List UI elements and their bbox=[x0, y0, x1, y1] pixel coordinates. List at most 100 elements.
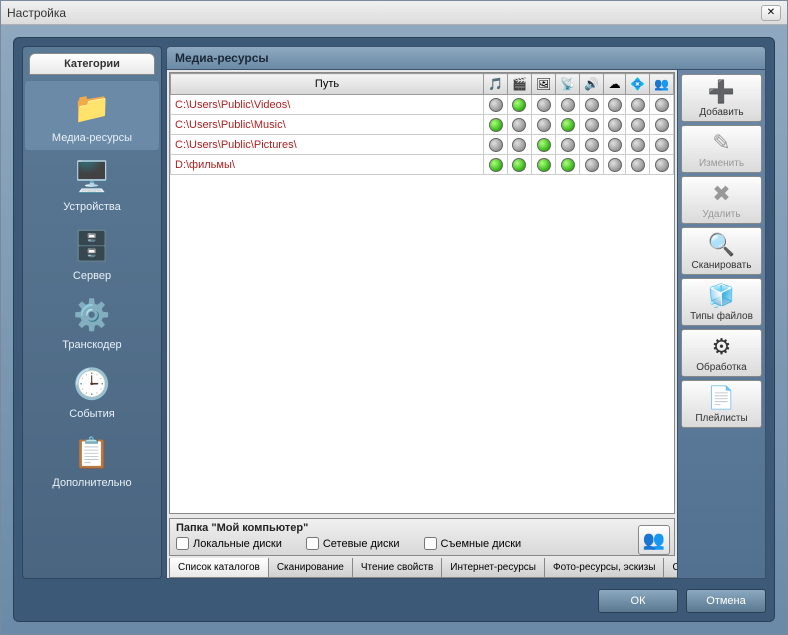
cell-flag[interactable] bbox=[484, 155, 508, 175]
cell-flag[interactable] bbox=[556, 135, 580, 155]
category-label: Сервер bbox=[27, 270, 157, 282]
content-title: Медиа-ресурсы bbox=[166, 46, 766, 70]
chk-removable-input[interactable] bbox=[424, 537, 437, 550]
close-icon[interactable]: ✕ bbox=[761, 5, 781, 21]
table-row[interactable]: C:\Users\Public\Videos\ bbox=[171, 95, 674, 115]
cell-path: C:\Users\Public\Videos\ bbox=[171, 95, 484, 115]
folder-row: Локальные диски Сетевые диски Съемные ди… bbox=[176, 537, 668, 550]
cell-flag[interactable] bbox=[650, 135, 674, 155]
tab-2[interactable]: Чтение свойств bbox=[353, 558, 442, 578]
status-dot bbox=[561, 138, 575, 152]
cell-flag[interactable] bbox=[604, 135, 626, 155]
action-icon: ✎ bbox=[706, 130, 738, 156]
sidebar-item-5[interactable]: 📋Дополнительно bbox=[25, 426, 159, 495]
action-1: ✎Изменить bbox=[681, 125, 762, 173]
cell-flag[interactable] bbox=[580, 95, 604, 115]
action-6[interactable]: 📄Плейлисты bbox=[681, 380, 762, 428]
action-3[interactable]: 🔍Сканировать bbox=[681, 227, 762, 275]
cell-flag[interactable] bbox=[508, 95, 532, 115]
col-flag-1[interactable]: 🎬 bbox=[508, 74, 532, 95]
tab-0[interactable]: Список каталогов bbox=[169, 558, 269, 578]
cell-flag[interactable] bbox=[531, 135, 555, 155]
table-row[interactable]: D:\фильмы\ bbox=[171, 155, 674, 175]
action-5[interactable]: ⚙Обработка bbox=[681, 329, 762, 377]
cell-flag[interactable] bbox=[626, 115, 650, 135]
chk-local[interactable]: Локальные диски bbox=[176, 537, 282, 550]
cell-flag[interactable] bbox=[650, 115, 674, 135]
action-icon: 🔍 bbox=[706, 232, 738, 258]
cell-flag[interactable] bbox=[580, 115, 604, 135]
status-dot bbox=[489, 118, 503, 132]
folder-users-button[interactable]: 👥 bbox=[638, 525, 670, 555]
settings-window: Настройка ✕ Категории 📁Медиа-ресурсы🖥️Ус… bbox=[0, 0, 788, 635]
status-dot bbox=[512, 118, 526, 132]
chk-network-label: Сетевые диски bbox=[323, 538, 400, 550]
col-flag-6[interactable]: 💠 bbox=[626, 74, 650, 95]
cell-flag[interactable] bbox=[531, 115, 555, 135]
status-dot bbox=[655, 158, 669, 172]
status-dot bbox=[585, 118, 599, 132]
content: Медиа-ресурсы Путь🎵🎬🖼📡🔊☁💠👥C:\Users\Publi… bbox=[166, 46, 766, 579]
cell-flag[interactable] bbox=[484, 115, 508, 135]
table-row[interactable]: C:\Users\Public\Music\ bbox=[171, 115, 674, 135]
cell-flag[interactable] bbox=[580, 135, 604, 155]
cell-flag[interactable] bbox=[508, 135, 532, 155]
col-flag-0[interactable]: 🎵 bbox=[484, 74, 508, 95]
table-row[interactable]: C:\Users\Public\Pictures\ bbox=[171, 135, 674, 155]
cell-flag[interactable] bbox=[626, 155, 650, 175]
col-flag-3[interactable]: 📡 bbox=[556, 74, 580, 95]
cell-flag[interactable] bbox=[484, 95, 508, 115]
category-icon: 🖥️ bbox=[71, 156, 113, 198]
cell-flag[interactable] bbox=[508, 155, 532, 175]
resource-table[interactable]: Путь🎵🎬🖼📡🔊☁💠👥C:\Users\Public\Videos\C:\Us… bbox=[170, 73, 674, 175]
cell-flag[interactable] bbox=[626, 135, 650, 155]
col-flag-2[interactable]: 🖼 bbox=[531, 74, 555, 95]
col-flag-5[interactable]: ☁ bbox=[604, 74, 626, 95]
cell-flag[interactable] bbox=[556, 155, 580, 175]
chk-network-input[interactable] bbox=[306, 537, 319, 550]
folder-panel: Папка "Мой компьютер" Локальные диски Се… bbox=[169, 518, 675, 556]
tab-4[interactable]: Фото-ресурсы, эскизы bbox=[545, 558, 664, 578]
cell-flag[interactable] bbox=[508, 115, 532, 135]
sidebar-item-4[interactable]: 🕒События bbox=[25, 357, 159, 426]
ok-button[interactable]: ОК bbox=[598, 589, 678, 613]
tab-3[interactable]: Интернет-ресурсы bbox=[442, 558, 545, 578]
cell-flag[interactable] bbox=[484, 135, 508, 155]
col-path[interactable]: Путь bbox=[171, 74, 484, 95]
col-flag-7[interactable]: 👥 bbox=[650, 74, 674, 95]
col-flag-4[interactable]: 🔊 bbox=[580, 74, 604, 95]
cell-flag[interactable] bbox=[556, 95, 580, 115]
action-2: ✖Удалить bbox=[681, 176, 762, 224]
cell-flag[interactable] bbox=[604, 95, 626, 115]
status-dot bbox=[608, 138, 622, 152]
sidebar-header: Категории bbox=[29, 53, 155, 75]
sidebar-item-0[interactable]: 📁Медиа-ресурсы bbox=[25, 81, 159, 150]
action-0[interactable]: ➕Добавить bbox=[681, 74, 762, 122]
status-dot bbox=[608, 118, 622, 132]
cell-flag[interactable] bbox=[604, 115, 626, 135]
chk-removable[interactable]: Съемные диски bbox=[424, 537, 522, 550]
sidebar-item-2[interactable]: 🗄️Сервер bbox=[25, 219, 159, 288]
cell-flag[interactable] bbox=[556, 115, 580, 135]
status-dot bbox=[585, 98, 599, 112]
cell-flag[interactable] bbox=[626, 95, 650, 115]
tab-1[interactable]: Сканирование bbox=[269, 558, 353, 578]
grid-wrap: Путь🎵🎬🖼📡🔊☁💠👥C:\Users\Public\Videos\C:\Us… bbox=[169, 72, 675, 514]
action-4[interactable]: 🧊Типы файлов bbox=[681, 278, 762, 326]
cell-flag[interactable] bbox=[650, 155, 674, 175]
status-dot bbox=[489, 158, 503, 172]
chk-network[interactable]: Сетевые диски bbox=[306, 537, 400, 550]
cancel-button[interactable]: Отмена bbox=[686, 589, 766, 613]
cell-flag[interactable] bbox=[650, 95, 674, 115]
outer-frame: Категории 📁Медиа-ресурсы 🖥️ Устройства 🗄️Се… bbox=[1, 25, 787, 634]
sidebar-item-3[interactable]: ⚙️Транскодер bbox=[25, 288, 159, 357]
status-dot bbox=[655, 118, 669, 132]
cell-flag[interactable] bbox=[604, 155, 626, 175]
sidebar-item-1[interactable]: 🖥️ Устройства bbox=[25, 150, 159, 219]
cell-flag[interactable] bbox=[580, 155, 604, 175]
chk-local-input[interactable] bbox=[176, 537, 189, 550]
cell-flag[interactable] bbox=[531, 155, 555, 175]
category-label: Устройства bbox=[27, 201, 157, 213]
status-dot bbox=[585, 138, 599, 152]
cell-flag[interactable] bbox=[531, 95, 555, 115]
